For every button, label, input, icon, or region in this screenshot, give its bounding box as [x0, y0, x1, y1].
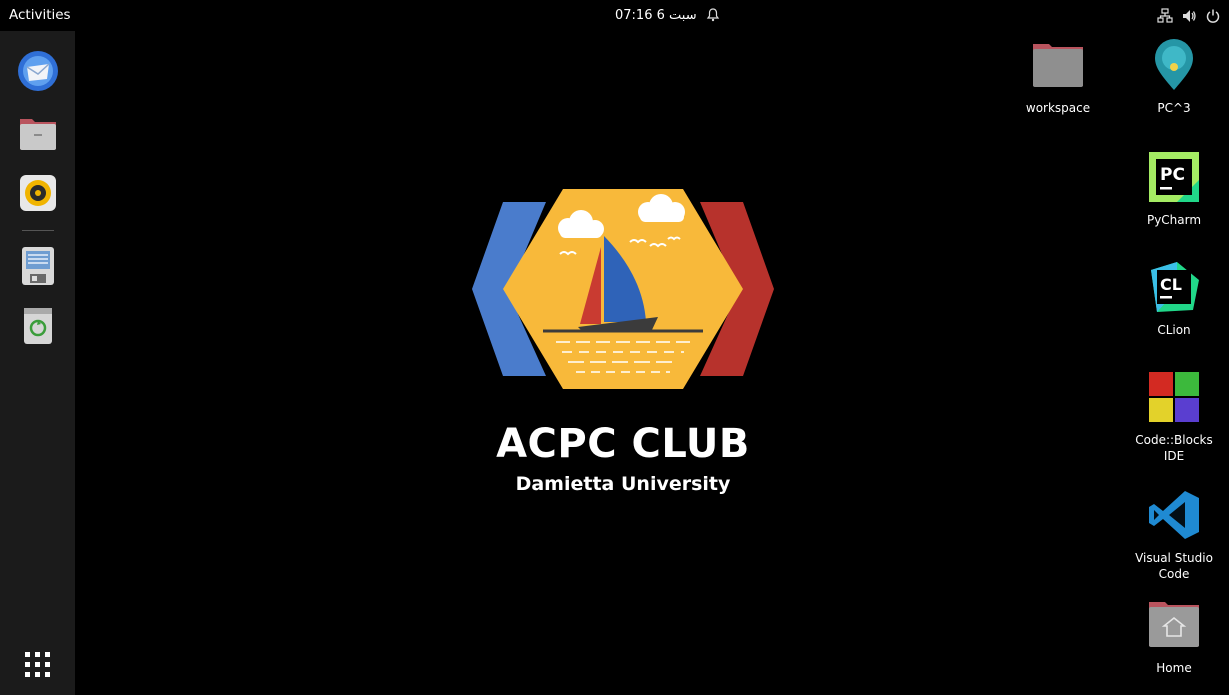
desktop-icon-label: Code::Blocks IDE: [1135, 433, 1213, 463]
dock: [0, 31, 75, 695]
svg-text:PC: PC: [1160, 165, 1185, 185]
map-pin-icon: [1155, 39, 1193, 90]
brand-subtitle: Damietta University: [515, 473, 731, 495]
dock-separator: [22, 230, 54, 231]
desktop-icon-workspace[interactable]: workspace: [1010, 38, 1106, 116]
trash-icon[interactable]: [16, 304, 60, 348]
folder-icon: [1033, 44, 1083, 87]
speaker-icon[interactable]: [16, 171, 60, 215]
activities-button[interactable]: Activities: [9, 0, 71, 31]
system-tray[interactable]: [1157, 8, 1221, 24]
volume-icon: [1183, 10, 1196, 22]
brand-title: ACPC CLUB: [496, 421, 750, 467]
clion-icon: CL: [1151, 262, 1199, 312]
desktop-icon-codeblocks[interactable]: Code::Blocks IDE: [1126, 370, 1222, 464]
pycharm-icon: PC: [1149, 152, 1199, 202]
network-icon: [1157, 8, 1173, 23]
document-icon[interactable]: [16, 244, 60, 288]
acpc-logo: [472, 189, 774, 389]
desktop-icon-label: PC^3: [1157, 101, 1191, 115]
notification-bell-icon[interactable]: [706, 8, 720, 22]
top-bar: Activities سبت 6 07:16: [0, 0, 1229, 31]
desktop-icon-label: workspace: [1025, 101, 1091, 115]
mail-icon[interactable]: [16, 49, 60, 93]
desktop-icon-label: Home: [1156, 661, 1192, 675]
power-icon: [1206, 9, 1220, 23]
codeblocks-icon: [1149, 372, 1199, 422]
desktop-icon-label: Visual Studio Code: [1135, 551, 1213, 581]
desktop-icon-pc3[interactable]: PC^3: [1126, 38, 1222, 116]
desktop-icon-vscode[interactable]: Visual Studio Code: [1126, 488, 1222, 582]
desktop-icon-label: PyCharm: [1146, 213, 1202, 227]
desktop-icon-label: CLion: [1157, 323, 1191, 337]
apps-grid-icon[interactable]: [22, 649, 54, 681]
vscode-icon: [1149, 491, 1199, 539]
desktop-icon-pycharm[interactable]: PC PyCharm: [1126, 150, 1222, 228]
svg-text:CL: CL: [1160, 275, 1182, 294]
home-folder-icon: [1149, 602, 1199, 647]
clock-label[interactable]: سبت 6 07:16: [615, 0, 697, 31]
desktop-icon-home[interactable]: Home: [1126, 598, 1222, 676]
folder-icon[interactable]: [16, 111, 60, 155]
desktop-icon-clion[interactable]: CL CLion: [1126, 260, 1222, 338]
